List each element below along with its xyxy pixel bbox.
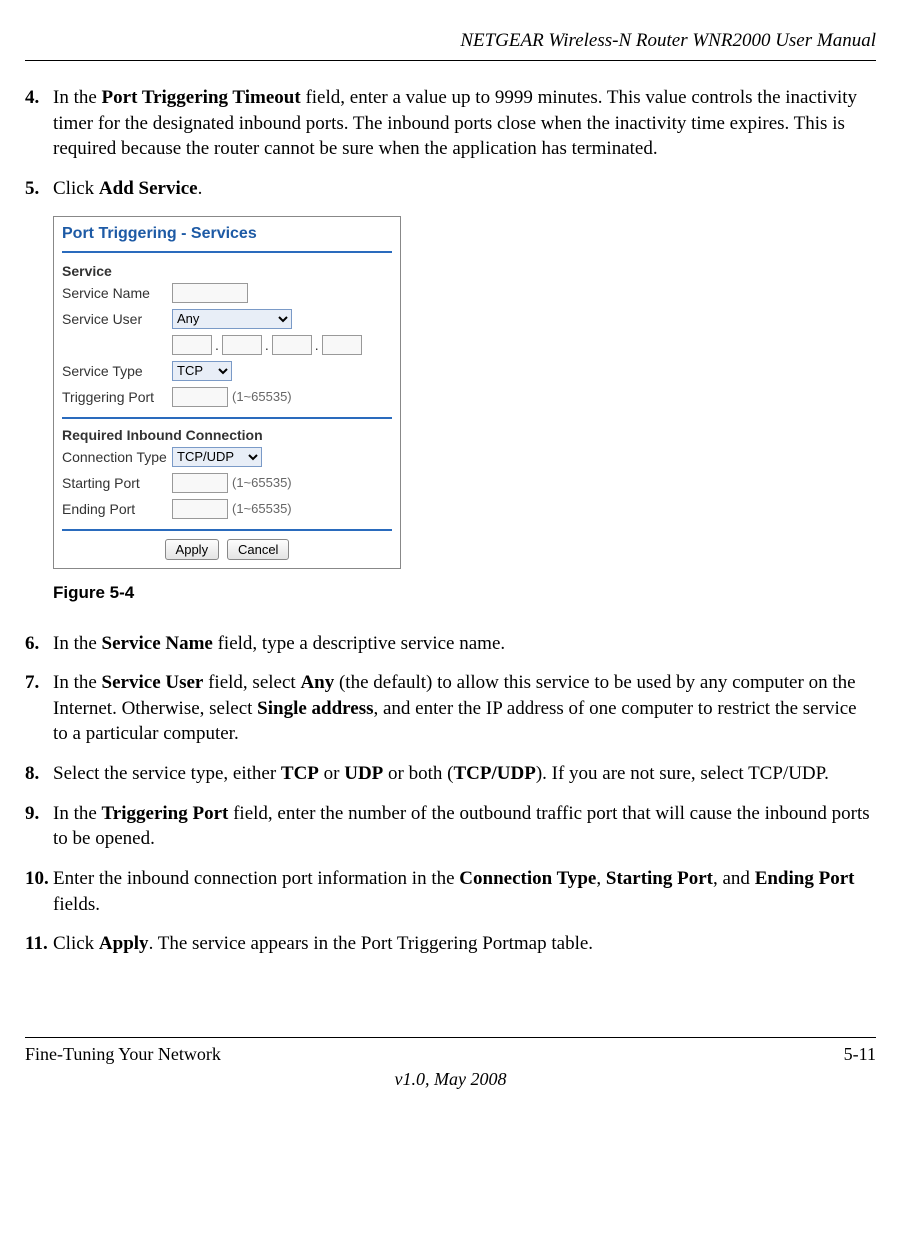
step-number: 10. — [25, 866, 53, 917]
page-header: NETGEAR Wireless-N Router WNR2000 User M… — [25, 30, 876, 61]
row-service-type: Service Type TCP — [62, 359, 392, 383]
label-service-name: Service Name — [62, 285, 172, 301]
footer-section: Fine-Tuning Your Network — [25, 1044, 221, 1065]
ip-octet-3[interactable] — [272, 335, 312, 355]
section-inbound: Required Inbound Connection — [62, 427, 392, 443]
port-range-hint: (1~65535) — [232, 501, 292, 516]
cancel-button[interactable]: Cancel — [227, 539, 289, 560]
ip-octet-2[interactable] — [222, 335, 262, 355]
connection-type-select[interactable]: TCP/UDP — [172, 447, 262, 467]
header-title: NETGEAR Wireless-N Router WNR2000 User M… — [460, 30, 876, 51]
step-number: 6. — [25, 631, 53, 657]
starting-port-input[interactable] — [172, 473, 228, 493]
footer-version: v1.0, May 2008 — [25, 1069, 876, 1090]
figure-5-4: Port Triggering - Services Service Servi… — [53, 216, 876, 569]
footer-page-number: 5-11 — [844, 1044, 876, 1065]
label-connection-type: Connection Type — [62, 449, 172, 465]
page-footer: Fine-Tuning Your Network 5-11 v1.0, May … — [25, 1037, 876, 1090]
label-starting-port: Starting Port — [62, 475, 172, 491]
step-4: 4. In the Port Triggering Timeout field,… — [25, 85, 876, 162]
triggering-port-input[interactable] — [172, 387, 228, 407]
apply-button[interactable]: Apply — [165, 539, 220, 560]
row-ip: . . . — [62, 333, 392, 357]
step-body: Click Apply. The service appears in the … — [53, 931, 876, 957]
button-row: Apply Cancel — [62, 539, 392, 560]
row-service-user: Service User Any — [62, 307, 392, 331]
step-7: 7. In the Service User field, select Any… — [25, 670, 876, 747]
label-ending-port: Ending Port — [62, 501, 172, 517]
step-number: 4. — [25, 85, 53, 162]
panel-title: Port Triggering - Services — [62, 223, 392, 249]
service-name-input[interactable] — [172, 283, 248, 303]
section-service: Service — [62, 263, 392, 279]
step-number: 8. — [25, 761, 53, 787]
step-10: 10. Enter the inbound connection port in… — [25, 866, 876, 917]
row-connection-type: Connection Type TCP/UDP — [62, 445, 392, 469]
port-range-hint: (1~65535) — [232, 389, 292, 404]
step-body: In the Service User field, select Any (t… — [53, 670, 876, 747]
port-range-hint: (1~65535) — [232, 475, 292, 490]
label-service-type: Service Type — [62, 363, 172, 379]
step-number: 9. — [25, 801, 53, 852]
step-number: 5. — [25, 176, 53, 202]
ip-octet-1[interactable] — [172, 335, 212, 355]
step-11: 11. Click Apply. The service appears in … — [25, 931, 876, 957]
router-ui-panel: Port Triggering - Services Service Servi… — [53, 216, 401, 569]
ending-port-input[interactable] — [172, 499, 228, 519]
instruction-list: 4. In the Port Triggering Timeout field,… — [25, 85, 876, 202]
step-body: In the Port Triggering Timeout field, en… — [53, 85, 876, 162]
ip-octet-4[interactable] — [322, 335, 362, 355]
step-9: 9. In the Triggering Port field, enter t… — [25, 801, 876, 852]
step-body: In the Triggering Port field, enter the … — [53, 801, 876, 852]
divider — [62, 251, 392, 253]
step-body: Enter the inbound connection port inform… — [53, 866, 876, 917]
step-6: 6. In the Service Name field, type a des… — [25, 631, 876, 657]
service-user-select[interactable]: Any — [172, 309, 292, 329]
step-5: 5. Click Add Service. — [25, 176, 876, 202]
step-body: In the Service Name field, type a descri… — [53, 631, 876, 657]
step-body: Select the service type, either TCP or U… — [53, 761, 876, 787]
row-ending-port: Ending Port (1~65535) — [62, 497, 392, 521]
label-triggering-port: Triggering Port — [62, 389, 172, 405]
service-type-select[interactable]: TCP — [172, 361, 232, 381]
step-number: 7. — [25, 670, 53, 747]
step-number: 11. — [25, 931, 53, 957]
row-service-name: Service Name — [62, 281, 392, 305]
divider — [62, 529, 392, 531]
label-service-user: Service User — [62, 311, 172, 327]
step-8: 8. Select the service type, either TCP o… — [25, 761, 876, 787]
row-triggering-port: Triggering Port (1~65535) — [62, 385, 392, 409]
figure-caption: Figure 5-4 — [53, 583, 876, 603]
row-starting-port: Starting Port (1~65535) — [62, 471, 392, 495]
instruction-list-cont: 6. In the Service Name field, type a des… — [25, 631, 876, 957]
step-body: Click Add Service. — [53, 176, 876, 202]
divider — [62, 417, 392, 419]
